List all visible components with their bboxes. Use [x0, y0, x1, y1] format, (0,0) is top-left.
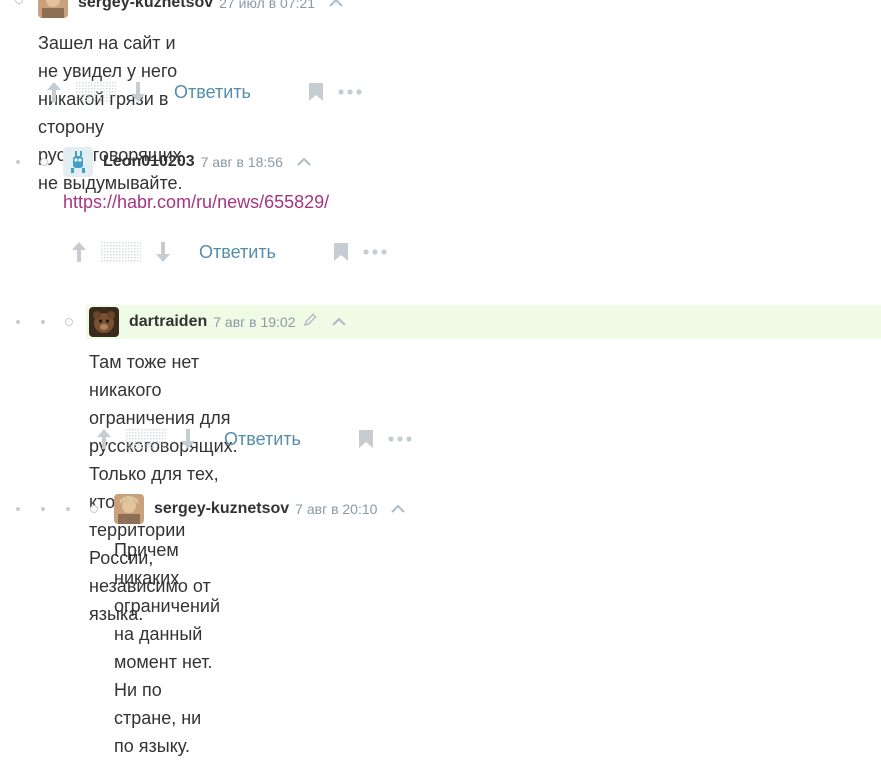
username[interactable]: sergey-kuznetsov: [154, 500, 289, 518]
timestamp[interactable]: 7 авг в 20:10: [295, 501, 377, 517]
thread-ring: [40, 158, 48, 166]
bookmark-icon[interactable]: [357, 428, 375, 450]
bookmark-icon[interactable]: [307, 81, 325, 103]
vote-down-arrow-icon[interactable]: [153, 240, 173, 264]
thread-dot: [16, 507, 20, 511]
username[interactable]: dartraiden: [129, 313, 207, 331]
bookmark-icon[interactable]: [332, 241, 350, 263]
avatar[interactable]: [38, 0, 68, 18]
reply-button[interactable]: Ответить: [224, 429, 301, 450]
vote-down-arrow-icon[interactable]: [178, 427, 198, 451]
comment-meta: sergey-kuznetsov 27 июл в 07:21: [38, 0, 343, 20]
comment-body: Причем никаких ограничений на данный мом…: [114, 540, 221, 756]
comment-meta: Leon010203 7 авг в 18:56: [63, 145, 311, 179]
timestamp[interactable]: 7 авг в 18:56: [201, 154, 283, 170]
avatar[interactable]: [63, 147, 93, 177]
more-options-icon[interactable]: [337, 87, 363, 97]
thread-dot: [41, 507, 45, 511]
reply-button[interactable]: Ответить: [174, 82, 251, 103]
thread-dot: [66, 507, 70, 511]
parent-comment-chevron-icon[interactable]: [329, 0, 343, 12]
username[interactable]: Leon010203: [103, 153, 195, 171]
thread-dot: [16, 160, 20, 164]
avatar[interactable]: [114, 494, 144, 524]
timestamp[interactable]: 7 авг в 19:02: [213, 314, 295, 330]
more-options-icon[interactable]: [362, 247, 388, 257]
comment-body: https://habr.com/ru/news/655829/: [63, 188, 329, 216]
score-hidden-pattern: [76, 80, 116, 104]
parent-comment-chevron-icon[interactable]: [391, 500, 406, 518]
score-hidden-pattern: [126, 427, 166, 451]
thread-ring: [65, 318, 73, 326]
comment-actions: Ответить: [69, 237, 388, 267]
score-hidden-pattern: [101, 240, 141, 264]
comment-actions: Ответить: [94, 424, 413, 454]
vote-up-arrow-icon[interactable]: [44, 80, 64, 104]
thread-ring: [90, 505, 98, 513]
username[interactable]: sergey-kuznetsov: [78, 0, 213, 12]
avatar[interactable]: [89, 307, 119, 337]
thread-dot: [41, 320, 45, 324]
parent-comment-chevron-icon[interactable]: [331, 313, 346, 331]
comment-meta: sergey-kuznetsov 7 авг в 20:10: [114, 492, 406, 526]
comment-meta: dartraiden 7 авг в 19:02: [86, 305, 881, 339]
comment-link[interactable]: https://habr.com/ru/news/655829/: [63, 192, 329, 212]
edited-pencil-icon: [302, 312, 318, 333]
thread-ring: [15, 0, 23, 4]
thread-dot: [16, 320, 20, 324]
vote-up-arrow-icon[interactable]: [69, 240, 89, 264]
comment-actions: Ответить: [44, 77, 363, 107]
vote-up-arrow-icon[interactable]: [94, 427, 114, 451]
parent-comment-chevron-icon[interactable]: [297, 153, 311, 171]
reply-button[interactable]: Ответить: [199, 242, 276, 263]
more-options-icon[interactable]: [387, 434, 413, 444]
vote-down-arrow-icon[interactable]: [128, 80, 148, 104]
timestamp[interactable]: 27 июл в 07:21: [219, 0, 315, 11]
